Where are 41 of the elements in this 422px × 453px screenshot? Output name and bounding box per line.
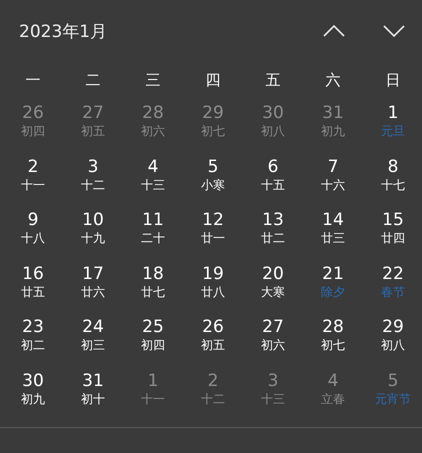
day-cell[interactable]: 18 廿七	[127, 264, 179, 318]
day-cell[interactable]: 28 初七	[307, 318, 359, 372]
weekday-label: 五	[266, 70, 280, 91]
day-cell[interactable]: 6 十五	[247, 158, 299, 211]
weekday-label: 二	[86, 70, 100, 91]
day-cell[interactable]: 25 初四	[127, 318, 179, 372]
day-cell[interactable]: 2 十一	[7, 158, 59, 211]
day-cell[interactable]: 11 二十	[127, 211, 179, 264]
day-cell[interactable]: 5 小寒	[187, 158, 239, 211]
day-cell[interactable]: 17 廿六	[67, 264, 119, 318]
chevron-down-icon[interactable]	[383, 25, 405, 37]
day-cell[interactable]: 15 廿四	[367, 211, 419, 264]
day-cell[interactable]: 24 初三	[67, 318, 119, 372]
day-cell[interactable]: 22 春节	[367, 264, 419, 318]
month-title[interactable]: 2023年1月	[19, 20, 108, 42]
weekday-label: 六	[326, 70, 340, 91]
day-cell[interactable]: 21 除夕	[307, 264, 359, 318]
day-cell[interactable]: 19 廿八	[187, 264, 239, 318]
day-cell[interactable]: 14 廿三	[307, 211, 359, 264]
day-cell[interactable]: 9 十八	[7, 211, 59, 264]
day-cell[interactable]: 23 初二	[7, 318, 59, 372]
day-cell[interactable]: 20 大寒	[247, 264, 299, 318]
day-cell[interactable]: 16 廿五	[7, 264, 59, 318]
day-cell[interactable]: 8 十七	[367, 158, 419, 211]
day-cell[interactable]: 26 初五	[187, 318, 239, 372]
day-cell[interactable]: 13 廿二	[247, 211, 299, 264]
day-cell[interactable]: 29 初八	[367, 318, 419, 372]
day-cell[interactable]: 4 十三	[127, 158, 179, 211]
day-cell[interactable]: 12 廿一	[187, 211, 239, 264]
day-cell[interactable]: 1 元旦	[367, 104, 419, 158]
day-cell[interactable]: 27 初六	[247, 318, 299, 372]
weekday-label: 四	[206, 70, 220, 91]
chevron-up-icon[interactable]	[323, 25, 345, 37]
day-cell[interactable]: 3 十二	[67, 158, 119, 211]
weekday-label: 一	[26, 70, 40, 91]
weekday-label: 三	[146, 70, 160, 91]
day-cell[interactable]: 31 初十	[67, 372, 119, 425]
day-cell[interactable]: 10 十九	[67, 211, 119, 264]
weekday-label: 日	[386, 70, 400, 91]
day-cell[interactable]: 30 初九	[7, 372, 59, 425]
day-cell[interactable]: 7 十六	[307, 158, 359, 211]
